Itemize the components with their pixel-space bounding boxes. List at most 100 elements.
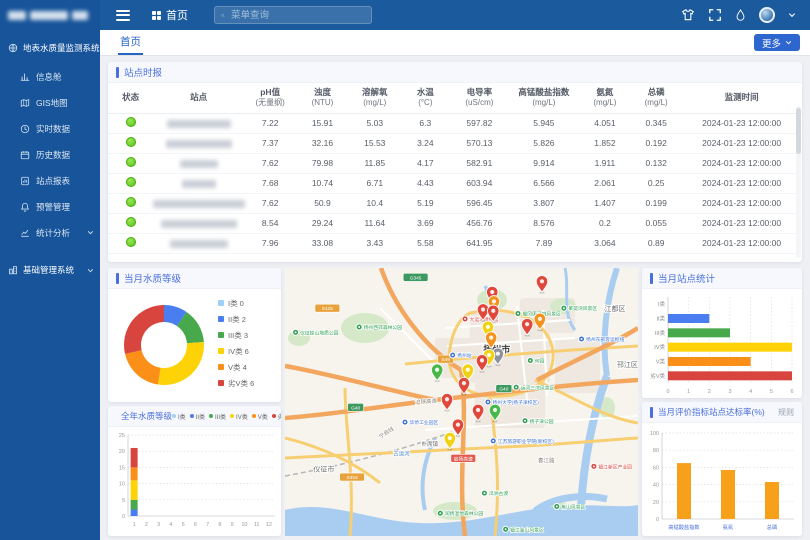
vbar-panel-title: 当月评价指标站点达标率(%)	[658, 406, 765, 418]
hbar-II类[interactable]	[668, 314, 709, 323]
city-map[interactable]: G40G40G345S125S49S353启扬高速 沪陕高速宁启线春江路古运河 …	[285, 268, 638, 536]
vbar-氨氮[interactable]	[721, 470, 735, 519]
poi-marker-扬州站[interactable]: 扬州站	[450, 352, 472, 359]
more-button[interactable]: 更多	[754, 34, 800, 51]
svg-text:茱萸湾风景区: 茱萸湾风景区	[568, 305, 597, 312]
sidebar-item-站点报表[interactable]: 站点报表	[0, 168, 100, 194]
breadcrumb-home[interactable]: 首页	[166, 7, 188, 23]
user-avatar[interactable]	[759, 7, 775, 23]
breadcrumb[interactable]: 首页	[152, 7, 188, 23]
table-scrollbar[interactable]	[796, 106, 801, 258]
column-header: 电导率(uS/cm)	[450, 83, 509, 113]
cell-value: 0.345	[631, 113, 681, 133]
stacked-segment-IV类[interactable]	[131, 480, 138, 499]
tab-home[interactable]: 首页	[118, 30, 143, 55]
column-header: 氨氮(mg/L)	[579, 83, 631, 113]
svg-text:3: 3	[157, 522, 160, 528]
road-shield: G345	[403, 273, 428, 281]
sidebar-item-信息舱[interactable]: 信息舱	[0, 64, 100, 90]
cell-value: 32.16	[296, 133, 348, 153]
table-body: 7.2215.915.036.3597.825.9454.0510.345202…	[108, 113, 802, 253]
legend-item-IV类[interactable]: IV类	[230, 412, 248, 421]
sidebar-item-GIS地图[interactable]: GIS地图	[0, 90, 100, 116]
poi-marker-扬州西郊森林公园[interactable]: 扬州西郊森林公园	[356, 324, 402, 331]
cell-value: 15.91	[296, 113, 348, 133]
sidebar-root-basic-system[interactable]: 基础管理系统	[0, 246, 100, 286]
poi-marker-江苏旅游职业学院(新校区)[interactable]: 江苏旅游职业学院(新校区)	[490, 438, 554, 445]
search-input[interactable]	[229, 9, 365, 22]
water-drop-icon[interactable]	[735, 9, 746, 22]
rules-link[interactable]: 规则	[778, 407, 794, 418]
sidebar-root2-label: 基础管理系统	[23, 264, 82, 276]
poi-marker-何园[interactable]: 何园	[527, 357, 544, 364]
legend-item-IV类[interactable]: IV类 6	[218, 346, 254, 357]
sidebar-item-历史数据[interactable]: 历史数据	[0, 142, 100, 168]
poi-marker-焦山风景区[interactable]: 焦山风景区	[554, 504, 586, 511]
cell-value: 15.53	[349, 133, 401, 153]
sidebar-item-统计分析[interactable]: 统计分析	[0, 220, 100, 246]
hbar-劣V类[interactable]	[668, 371, 792, 380]
cell-value: 7.62	[244, 193, 296, 213]
stacked-segment-V类[interactable]	[131, 467, 138, 480]
legend-item-III类[interactable]: III类 3	[218, 330, 254, 341]
column-header: 浊度(NTU)	[296, 83, 348, 113]
legend-item-I类[interactable]: I类	[172, 412, 186, 421]
cell-value: 1.911	[579, 153, 631, 173]
menu-search[interactable]	[214, 6, 372, 24]
svg-text:S125: S125	[322, 306, 334, 312]
poi-marker-扬州东部客运枢纽[interactable]: 扬州东部客运枢纽	[579, 336, 625, 343]
cell-time: 2024-01-23 12:00:00	[681, 133, 802, 153]
column-header: 总磷(mg/L)	[631, 83, 681, 113]
legend-item-II类[interactable]: II类	[190, 412, 205, 421]
status-ok-dot	[126, 157, 136, 167]
globe-icon	[8, 43, 18, 53]
svg-text:润扬湿地森林公园: 润扬湿地森林公园	[445, 510, 484, 517]
hbar-V类[interactable]	[668, 357, 751, 366]
stacked-segment-II类[interactable]	[131, 510, 138, 516]
map-container[interactable]: G40G40G345S125S49S353启扬高速 沪陕高速宁启线春江路古运河 …	[285, 268, 638, 536]
svg-text:镇江新区产业园: 镇江新区产业园	[598, 463, 632, 470]
cell-value: 7.96	[244, 233, 296, 253]
vbar-高锰酸盐指数[interactable]	[677, 463, 691, 519]
legend-item-V类[interactable]: V类 4	[218, 362, 254, 373]
sidebar-root-monitor-system[interactable]: 地表水质量监测系统	[0, 30, 100, 64]
cell-value: 5.19	[401, 193, 450, 213]
sidebar-item-实时数据[interactable]: 实时数据	[0, 116, 100, 142]
poi-marker-瓜洲古渡[interactable]: 瓜洲古渡	[481, 490, 508, 497]
sidebar-item-预警管理[interactable]: 预警管理	[0, 194, 100, 220]
sidebar-item-label: 站点报表	[36, 175, 94, 187]
legend-item-II类[interactable]: II类 2	[218, 314, 254, 325]
svg-text:仪征捺山地质公园: 仪征捺山地质公园	[300, 329, 339, 336]
donut-slice-IV类[interactable]	[158, 342, 204, 385]
svg-text:2: 2	[708, 389, 711, 395]
hbar-III类[interactable]	[668, 328, 730, 337]
theme-skin-icon[interactable]	[681, 8, 695, 22]
cell-value: 4.051	[579, 113, 631, 133]
poi-marker-仪征捺山地质公园[interactable]: 仪征捺山地质公园	[293, 329, 339, 336]
svg-text:4: 4	[169, 522, 172, 528]
user-menu-chevron-icon[interactable]	[788, 11, 796, 19]
status-ok-dot	[126, 117, 136, 127]
cell-value: 9.914	[509, 153, 579, 173]
legend-item-V类[interactable]: V类	[252, 412, 268, 421]
fullscreen-icon[interactable]	[708, 8, 722, 22]
svg-text:8: 8	[218, 522, 221, 528]
topbar: 首页	[0, 0, 810, 30]
menu-toggle-icon[interactable]	[116, 10, 130, 21]
poi-marker-扬子津公园[interactable]: 扬子津公园	[522, 418, 554, 425]
poi-marker-润扬湿地森林公园[interactable]: 润扬湿地森林公园	[437, 510, 483, 517]
donut-slice-劣V类[interactable]	[124, 305, 164, 354]
cell-value: 0.199	[631, 193, 681, 213]
legend-item-劣V类[interactable]: 劣V类 6	[218, 378, 254, 389]
road-shield: G40	[348, 403, 364, 411]
stacked-segment-劣V类[interactable]	[131, 448, 138, 467]
legend-item-劣V类[interactable]: 劣V类	[272, 412, 281, 421]
svg-text:5: 5	[122, 498, 125, 504]
legend-item-I类[interactable]: I类 0	[218, 298, 254, 309]
cell-value: 3.24	[401, 133, 450, 153]
vbar-总磷[interactable]	[765, 482, 779, 519]
stacked-segment-III类[interactable]	[131, 500, 138, 510]
donut-slice-V类[interactable]	[125, 350, 161, 384]
legend-item-III类[interactable]: III类	[209, 412, 226, 421]
hbar-IV类[interactable]	[668, 343, 792, 352]
